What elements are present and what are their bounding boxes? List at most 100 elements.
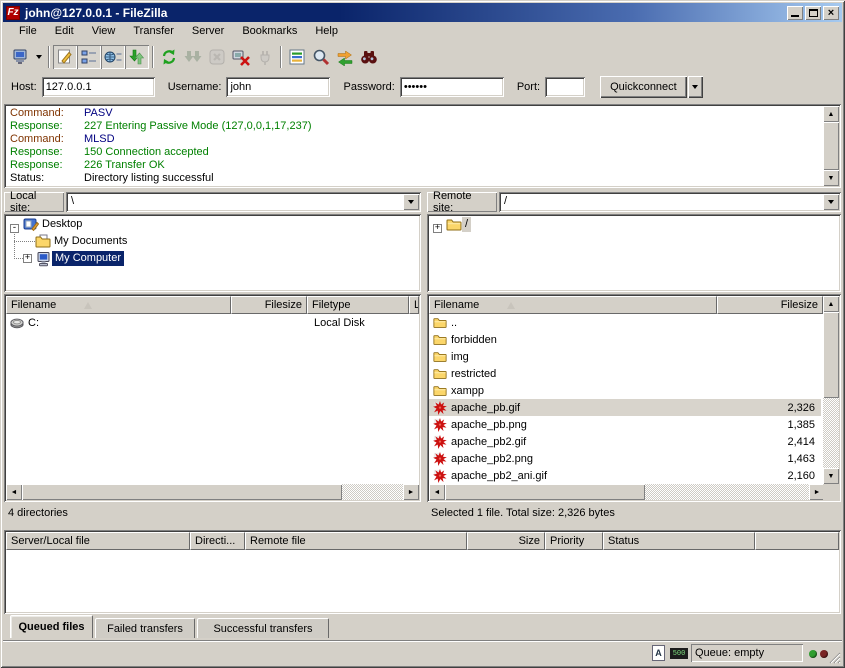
toggle-remote-tree-button[interactable] [101,45,125,69]
site-manager-dropdown-button[interactable] [32,45,45,69]
remote-site-dropdown-button[interactable] [823,194,839,210]
remote-file-row[interactable]: xampp [429,382,821,399]
scroll-right-icon[interactable]: ► [403,484,419,500]
title-bar[interactable]: Fz john@127.0.0.1 - FileZilla × [3,3,842,22]
maximize-icon [809,9,818,17]
column-header-priority[interactable]: Priority [545,532,603,550]
menu-edit[interactable]: Edit [46,23,83,40]
log-text: Directory listing successful [84,172,214,185]
tree-item-my-computer[interactable]: + My Computer [23,250,124,267]
log-line: Command:MLSD [10,133,823,146]
column-header-status[interactable]: Status [603,532,755,550]
toggle-local-tree-button[interactable] [77,45,101,69]
local-directory-tree: - Desktop My Documents + My Computer [4,214,421,292]
column-header-server-local-file[interactable]: Server/Local file [6,532,190,550]
reconnect-button[interactable] [253,45,277,69]
quickconnect-dropdown-button[interactable] [688,76,703,98]
column-header-filesize[interactable]: Filesize [231,296,307,314]
scrollbar-thumb[interactable] [22,484,342,500]
column-header-last-modified[interactable]: L [409,296,419,314]
remote-file-row-selected[interactable]: apache_pb.gif2,326 [429,399,821,416]
scrollbar-thumb[interactable] [823,312,839,398]
collapse-toggle[interactable]: - [10,224,19,233]
scroll-left-icon[interactable]: ◄ [429,484,445,500]
remote-file-row[interactable]: apache_pb2.gif2,414 [429,433,821,450]
remote-horizontal-scrollbar[interactable]: ◄ ► [429,484,825,500]
remote-file-row[interactable]: img [429,348,821,365]
resize-grip[interactable] [827,650,841,664]
menu-server[interactable]: Server [183,23,233,40]
column-header-filename[interactable]: Filename [6,296,231,314]
directory-comparison-button[interactable] [309,45,333,69]
column-header-filetype[interactable]: Filetype [307,296,409,314]
file-name: apache_pb2.gif [451,436,721,448]
scroll-left-icon[interactable]: ◄ [6,484,22,500]
directory-filters-button[interactable] [285,45,309,69]
local-site-dropdown-button[interactable] [403,194,419,210]
menu-help[interactable]: Help [306,23,347,40]
column-header-filename[interactable]: Filename [429,296,717,314]
tab-successful-transfers[interactable]: Successful transfers [197,618,329,638]
scrollbar-thumb[interactable] [823,122,839,170]
remote-vertical-scrollbar[interactable]: ▲ ▼ [823,296,839,484]
scroll-down-icon[interactable]: ▼ [823,170,839,186]
toggle-queue-button[interactable] [125,45,149,69]
transfer-type-letter: A [655,648,662,658]
port-input[interactable] [545,77,585,97]
log-label: Response: [10,159,84,172]
remote-file-row[interactable]: apache_pb2_ani.gif2,160 [429,467,821,484]
local-site-combobox[interactable]: \ [66,192,421,212]
expand-toggle[interactable]: + [433,224,442,233]
menu-bookmarks[interactable]: Bookmarks [233,23,306,40]
site-manager-button[interactable] [8,45,32,69]
tree-item-desktop[interactable]: - Desktop [4,216,85,233]
username-input[interactable] [226,77,330,97]
process-queue-icon [184,48,202,66]
refresh-button[interactable] [157,45,181,69]
expand-toggle[interactable]: + [23,254,32,263]
column-label: Filetype [312,299,351,311]
column-header-size[interactable]: Size [467,532,545,550]
host-input[interactable] [42,77,155,97]
scroll-up-icon[interactable]: ▲ [823,106,839,122]
remote-file-row[interactable]: restricted [429,365,821,382]
local-horizontal-scrollbar[interactable]: ◄ ► [6,484,419,500]
remote-file-row[interactable]: apache_pb2.png1,463 [429,450,821,467]
scrollbar-track[interactable] [823,398,839,468]
remote-file-row[interactable]: .. [429,314,821,331]
column-header-direction[interactable]: Directi... [190,532,245,550]
process-queue-button[interactable] [181,45,205,69]
log-vertical-scrollbar[interactable]: ▲ ▼ [823,106,839,186]
scroll-down-icon[interactable]: ▼ [823,468,839,484]
remote-file-row[interactable]: apache_pb.png1,385 [429,416,821,433]
password-input[interactable] [400,77,504,97]
column-header-remote-file[interactable]: Remote file [245,532,467,550]
tree-item-my-documents[interactable]: My Documents [35,233,130,250]
binoculars-icon [360,48,378,66]
tree-item-root[interactable]: + / [427,216,471,233]
column-label: Filesize [265,299,302,311]
column-header-filesize[interactable]: Filesize [717,296,823,314]
minimize-button[interactable] [787,6,803,20]
local-site-value: \ [71,195,74,207]
quickconnect-button[interactable]: Quickconnect [600,76,687,98]
synchronized-browsing-button[interactable] [333,45,357,69]
menu-transfer[interactable]: Transfer [124,23,183,40]
scroll-up-icon[interactable]: ▲ [823,296,839,312]
toggle-message-log-button[interactable] [53,45,77,69]
quickconnect-button-label: Quickconnect [610,81,677,93]
remote-file-row[interactable]: forbidden [429,331,821,348]
maximize-button[interactable] [805,6,821,20]
tab-failed-transfers[interactable]: Failed transfers [95,618,195,638]
queue-header: Server/Local file Directi... Remote file… [6,532,839,550]
close-button[interactable]: × [823,6,839,20]
find-files-button[interactable] [357,45,381,69]
menu-file[interactable]: File [10,23,46,40]
disconnect-button[interactable] [229,45,253,69]
tab-queued-files[interactable]: Queued files [10,615,93,638]
cancel-operation-button[interactable] [205,45,229,69]
remote-site-combobox[interactable]: / [499,192,841,212]
menu-view[interactable]: View [83,23,125,40]
scrollbar-thumb[interactable] [445,484,645,500]
local-file-row[interactable]: C: Local Disk [6,314,415,331]
